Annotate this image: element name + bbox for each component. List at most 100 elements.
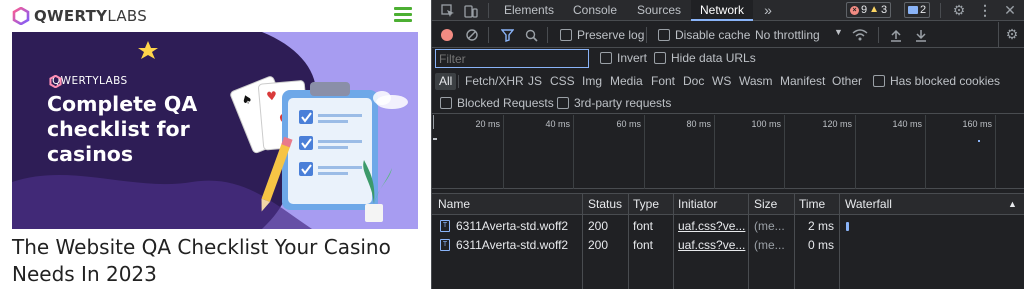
third-party-label: 3rd-party requests <box>574 96 672 110</box>
network-conditions-icon[interactable] <box>852 27 868 43</box>
close-devtools-icon[interactable]: ✕ <box>1002 2 1018 18</box>
import-har-icon[interactable] <box>888 27 904 43</box>
request-name: 6311Averta-std.woff2 <box>456 238 569 252</box>
type-filter-font[interactable]: Font <box>647 73 679 90</box>
more-tabs-button[interactable]: » <box>760 0 776 21</box>
more-options-icon[interactable]: ⋮ <box>977 2 993 18</box>
hero-banner[interactable]: ♠ ♠ ♥ ♥ <box>12 32 418 229</box>
site-header: QWERTYLABS <box>0 0 431 32</box>
column-header-type[interactable]: Type <box>633 197 659 211</box>
export-har-icon[interactable] <box>913 27 929 43</box>
inspect-element-icon[interactable] <box>440 3 456 19</box>
toolbar-separator <box>547 27 548 43</box>
hero-logo: QWERTYLABS <box>49 75 128 88</box>
tick-line <box>925 115 926 189</box>
hamburger-menu-icon[interactable] <box>394 7 412 23</box>
network-settings-gear-icon[interactable]: ⚙ <box>1004 26 1020 42</box>
disable-cache-checkbox[interactable] <box>658 29 670 41</box>
table-row[interactable]: T 6311Averta-std.woff2 200 font uaf.css?… <box>432 217 1024 236</box>
blocked-requests-checkbox[interactable] <box>440 97 452 109</box>
request-time: 0 ms <box>808 238 835 252</box>
column-header-size[interactable]: Size <box>754 197 777 211</box>
search-icon[interactable] <box>523 27 539 43</box>
clear-log-icon[interactable] <box>464 27 480 43</box>
column-header-initiator[interactable]: Initiator <box>678 197 717 211</box>
chevron-down-icon[interactable]: ▼ <box>834 27 843 37</box>
table-row[interactable]: T 6311Averta-std.woff2 200 font uaf.css?… <box>432 236 1024 255</box>
has-blocked-cookies-checkbox[interactable] <box>873 75 885 87</box>
type-filter-img[interactable]: Img <box>578 73 606 90</box>
column-header-status[interactable]: Status <box>588 197 622 211</box>
third-party-checkbox[interactable] <box>557 97 569 109</box>
font-file-icon: T <box>440 220 450 232</box>
device-toolbar-icon[interactable] <box>463 3 479 19</box>
tab-network[interactable]: Network <box>691 0 753 21</box>
type-filter-all[interactable]: All <box>435 73 457 90</box>
warning-count: 3 <box>881 4 888 16</box>
column-header-time[interactable]: Time <box>799 197 825 211</box>
request-status: 200 <box>588 238 609 252</box>
webpage: QWERTYLABS ♠ ♠ ♥ ♥ <box>0 0 431 289</box>
type-filter-wasm[interactable]: Wasm <box>735 73 777 90</box>
type-filter-doc[interactable]: Doc <box>679 73 708 90</box>
tick-line <box>573 115 574 189</box>
column-header-name[interactable]: Name <box>438 197 470 211</box>
type-filter-media[interactable]: Media <box>606 73 647 90</box>
request-status: 200 <box>588 219 609 233</box>
filter-row: Invert Hide data URLs <box>432 48 1024 69</box>
issues-badge[interactable]: × 9 ▲ 3 <box>846 2 892 18</box>
tick-label: 80 ms <box>686 119 711 129</box>
type-filter-css[interactable]: CSS <box>546 73 579 90</box>
toolbar-separator <box>488 27 489 43</box>
type-filter-other[interactable]: Other <box>828 73 866 90</box>
tabbar-separator <box>488 3 489 18</box>
hero-title: Complete QA checklist for casinos <box>47 92 198 166</box>
font-file-icon: T <box>440 239 450 251</box>
type-filter-manifest[interactable]: Manifest <box>776 73 829 90</box>
request-time: 2 ms <box>808 219 835 233</box>
has-blocked-cookies-label: Has blocked cookies <box>890 74 1001 88</box>
type-filter-ws[interactable]: WS <box>708 73 735 90</box>
error-icon: × <box>850 5 859 15</box>
request-size: (me... <box>754 219 785 233</box>
filter-input[interactable] <box>435 49 589 68</box>
request-initiator-link[interactable]: uaf.css?ve... <box>678 238 746 252</box>
column-header-waterfall[interactable]: Waterfall <box>845 197 892 211</box>
network-toolbar: Preserve log Disable cache No throttling… <box>432 22 1024 48</box>
type-filter-fetch-xhr[interactable]: Fetch/XHR <box>461 73 528 90</box>
overview-request-bar <box>433 138 437 140</box>
settings-gear-icon[interactable]: ⚙ <box>951 2 967 18</box>
qwertylabs-logo-icon <box>12 7 30 25</box>
svg-text:♥: ♥ <box>266 89 278 104</box>
overview-handle[interactable] <box>433 115 434 129</box>
tab-sources[interactable]: Sources <box>630 0 688 21</box>
hide-data-urls-checkbox[interactable] <box>654 52 666 64</box>
throttling-select[interactable]: No throttling <box>755 28 820 42</box>
tick-line <box>714 115 715 189</box>
filter-funnel-icon[interactable] <box>499 27 515 43</box>
tab-console[interactable]: Console <box>566 0 624 21</box>
tick-label: 60 ms <box>616 119 641 129</box>
waterfall-bar <box>846 222 849 231</box>
resource-type-filters: All Fetch/XHR JS CSS Img Media Font Doc … <box>432 70 1024 92</box>
hide-data-urls-label: Hide data URLs <box>671 51 756 65</box>
site-logo[interactable]: QWERTYLABS <box>12 5 147 27</box>
message-count: 2 <box>920 4 927 16</box>
sort-ascending-icon[interactable]: ▲ <box>1008 199 1017 209</box>
tick-line <box>644 115 645 189</box>
preserve-log-checkbox[interactable] <box>560 29 572 41</box>
article-title[interactable]: The Website QA Checklist Your Casino Nee… <box>12 234 422 288</box>
tick-label: 120 ms <box>822 119 852 129</box>
request-size: (me... <box>754 238 785 252</box>
invert-checkbox[interactable] <box>600 52 612 64</box>
network-overview[interactable]: 20 ms 40 ms 60 ms 80 ms 100 ms 120 ms 14… <box>432 115 1024 189</box>
record-icon[interactable] <box>441 29 453 41</box>
type-filter-js[interactable]: JS <box>524 73 546 90</box>
messages-badge[interactable]: 2 <box>904 2 931 18</box>
tick-line <box>784 115 785 189</box>
overview-request-bar <box>978 140 980 142</box>
tab-elements[interactable]: Elements <box>498 0 560 21</box>
invert-label: Invert <box>617 51 648 65</box>
blocked-requests-label: Blocked Requests <box>457 96 554 110</box>
request-initiator-link[interactable]: uaf.css?ve... <box>678 219 746 233</box>
